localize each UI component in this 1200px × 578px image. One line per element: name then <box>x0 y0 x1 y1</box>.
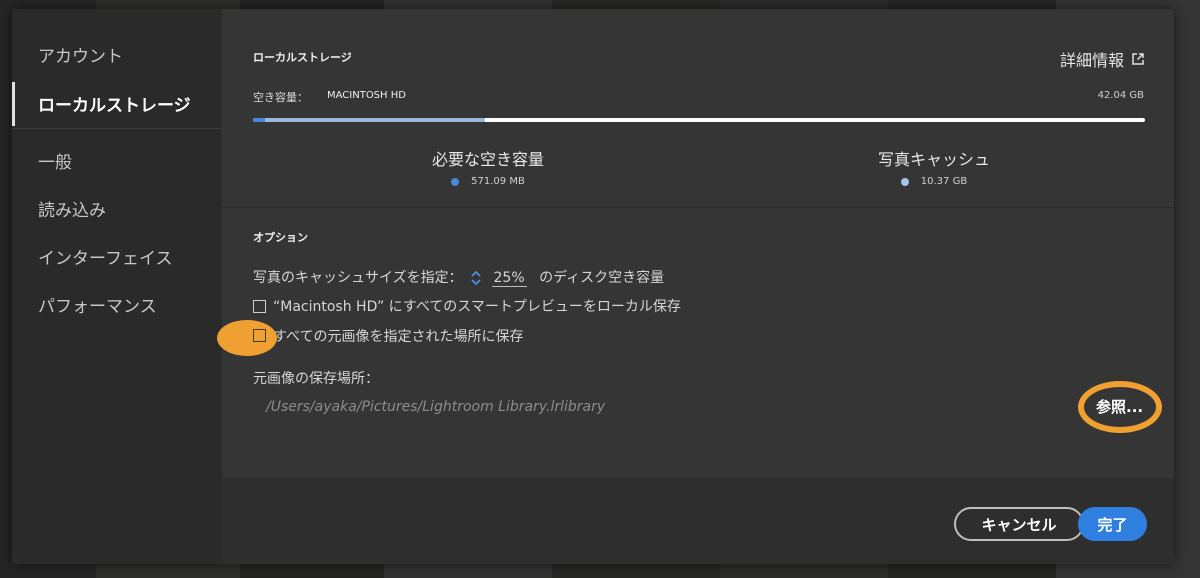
photo-cache-segment <box>264 118 485 122</box>
save-originals-checkbox-marked <box>253 329 266 342</box>
disk-name: MACINTOSH HD <box>327 90 406 101</box>
sidebar-item-local-storage[interactable]: ローカルストレージ <box>38 91 191 116</box>
more-info-label: 詳細情報 <box>1059 51 1124 70</box>
legend-required-space: 必要な空き容量 571.09 MB <box>398 146 578 187</box>
preferences-dialog: アカウント ローカルストレージ 一般 読み込み インターフェイス パフォーマンス… <box>12 9 1174 564</box>
legend-cache-title: 写真キャッシュ <box>877 150 990 169</box>
originals-location-path: /Users/ayaka/Pictures/Lightroom Library.… <box>266 399 606 415</box>
smart-preview-label: “Macintosh HD” にすべてのスマートプレビューをローカル保存 <box>273 299 681 315</box>
sidebar-item-interface[interactable]: インターフェイス <box>38 244 172 269</box>
browse-button[interactable]: 参照... <box>1096 396 1143 417</box>
originals-location-label: 元画像の保存場所： <box>253 371 379 387</box>
cancel-button[interactable]: キャンセル <box>954 507 1084 541</box>
photo-cache-dot-icon <box>900 177 909 186</box>
legend-photo-cache: 写真キャッシュ 10.37 GB <box>849 146 1019 187</box>
cache-size-value[interactable]: 25% <box>491 270 527 287</box>
sidebar-item-account[interactable]: アカウント <box>38 42 123 67</box>
storage-section: ローカルストレージ 詳細情報 空き容量： MACINTOSH HD 42.04 … <box>222 9 1174 208</box>
legend-required-title: 必要な空き容量 <box>431 150 544 169</box>
cache-size-row: 写真のキャッシュサイズを指定： 25% のディスク空き容量 <box>253 267 664 287</box>
storage-title: ローカルストレージ <box>253 51 352 64</box>
free-space-label: 空き容量： <box>253 91 308 104</box>
storage-usage-bar <box>253 118 1145 122</box>
cache-size-suffix: のディスク空き容量 <box>539 270 665 286</box>
options-section: オプション 写真のキャッシュサイズを指定： 25% のディスク空き容量 “Mac… <box>222 208 1174 478</box>
done-button[interactable]: 完了 <box>1078 507 1147 541</box>
legend-required-value: 571.09 MB <box>471 176 525 187</box>
external-link-icon <box>1132 53 1144 65</box>
smart-preview-checkbox[interactable] <box>253 300 266 313</box>
highlight-marker-checkbox <box>217 320 277 356</box>
save-originals-label: すべての元画像を指定された場所に保存 <box>273 329 524 345</box>
legend-cache-value: 10.37 GB <box>920 176 968 187</box>
more-info-link[interactable]: 詳細情報 <box>1060 47 1144 71</box>
cache-size-label: 写真のキャッシュサイズを指定： <box>253 270 463 286</box>
sidebar-item-general[interactable]: 一般 <box>38 148 72 173</box>
main-panel: ローカルストレージ 詳細情報 空き容量： MACINTOSH HD 42.04 … <box>222 9 1174 564</box>
cache-size-stepper-icon[interactable] <box>471 270 481 286</box>
active-indicator <box>12 82 15 126</box>
sidebar-item-import[interactable]: 読み込み <box>38 196 106 221</box>
disk-size: 42.04 GB <box>1097 90 1144 101</box>
sidebar-divider <box>12 128 222 129</box>
sidebar-item-performance[interactable]: パフォーマンス <box>38 292 157 317</box>
required-space-segment <box>253 118 265 122</box>
options-title: オプション <box>253 231 308 244</box>
required-space-dot-icon <box>451 177 460 186</box>
sidebar: アカウント ローカルストレージ 一般 読み込み インターフェイス パフォーマンス <box>12 9 222 564</box>
